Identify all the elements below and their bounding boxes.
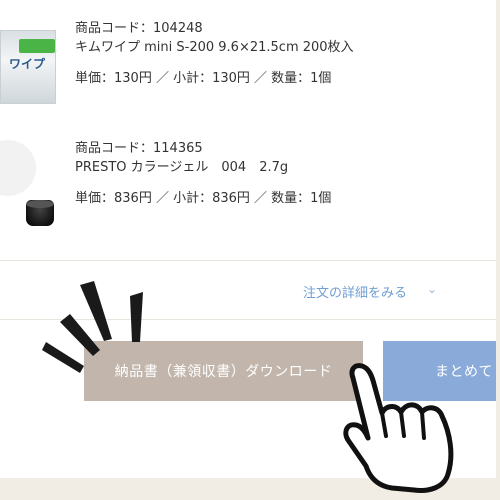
emphasis-line (60, 314, 100, 356)
emphasis-line (130, 292, 143, 342)
pointer-overlay (42, 281, 454, 493)
hand-pointer-icon (343, 363, 454, 493)
emphasis-line (42, 342, 84, 373)
